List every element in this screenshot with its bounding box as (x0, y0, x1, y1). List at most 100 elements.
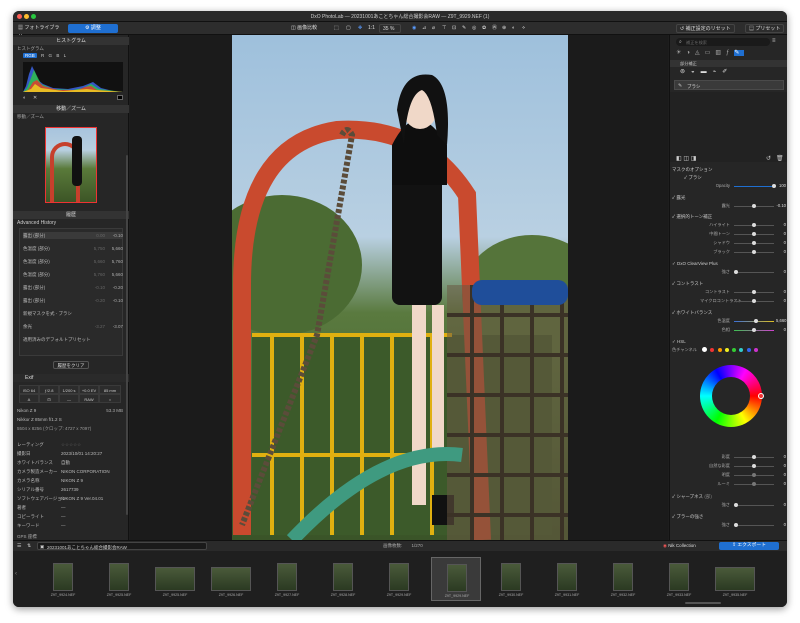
mask-new-icon[interactable]: ◧ (676, 156, 682, 162)
light-icon[interactable]: ☀ (676, 50, 686, 56)
auto-mask-icon[interactable]: ⌁ (713, 69, 723, 75)
black-slider[interactable]: ブラック 0 (672, 248, 786, 256)
luminance-slider[interactable]: ルーミ 0 (672, 480, 786, 488)
local-adjust-header[interactable]: 部分補正 (670, 60, 787, 67)
thumbnail[interactable]: Z9T_9929.NEF (379, 563, 419, 597)
filter-icon[interactable]: ≡ (772, 38, 776, 44)
horizon-icon[interactable]: ⊤ (439, 24, 449, 33)
opacity-slider[interactable]: Opacity 100 (672, 182, 786, 190)
mask-icon[interactable]: ⊕ (499, 24, 509, 33)
history-item[interactable]: 色温度 (部分) 5,660 5,760 (23, 258, 123, 265)
color-icon[interactable]: ◑ (686, 50, 695, 56)
auto-correct-icon[interactable]: ◉ (409, 24, 419, 33)
navigator-preview[interactable] (45, 127, 97, 203)
hue-handle[interactable] (758, 393, 764, 399)
detail-icon[interactable]: ◬ (695, 50, 705, 56)
hsl-section[interactable]: ✓ HSL (672, 338, 786, 346)
swatch-magenta[interactable] (753, 348, 758, 352)
thumbnail-selected[interactable]: Z9T_9929.NEF (431, 557, 481, 601)
exposure-section[interactable]: ✓ 露光 (672, 194, 786, 202)
overlay-icon[interactable]: ◐ (509, 24, 518, 33)
swatch-cyan[interactable] (739, 348, 744, 352)
gradient-icon[interactable]: ▬ (701, 69, 713, 75)
wb-section[interactable]: ✓ ホワイトバランス (672, 309, 786, 317)
thumbnail[interactable]: Z9T_9925.NEF (155, 563, 195, 597)
saturation-slider[interactable]: 彩度 0 (672, 453, 786, 461)
swatch-red[interactable] (710, 348, 715, 352)
history-item[interactable]: 色温度 (部分) 5,750 5,660 (23, 245, 123, 252)
swatch-blue[interactable] (746, 348, 751, 352)
hue-wheel[interactable] (700, 365, 764, 427)
channel-r[interactable]: R (41, 53, 44, 58)
history-item[interactable]: 露出 (部分) -0.10 -0.20 (23, 284, 123, 291)
mask-invert-icon[interactable]: ◨ (691, 156, 697, 162)
history-item[interactable]: 余光 -3.27 -3.07 (23, 323, 123, 330)
thumbnail[interactable]: Z9T_9932.NEF (603, 563, 643, 597)
nik-collection-button[interactable]: ◉ Nik Collection (663, 543, 696, 549)
perspective-icon[interactable]: ⊡ (449, 24, 459, 33)
history-item[interactable]: 色温度 (部分) 5,760 5,660 (23, 271, 123, 278)
compare-button[interactable]: ◫ 画像比較 (288, 24, 320, 33)
tone-section[interactable]: ✓ 選択的トーン補正 (672, 213, 786, 221)
ratio-button[interactable]: 1:1 (365, 24, 378, 33)
channel-g[interactable]: G (49, 53, 53, 58)
filmstrip-scrollbar[interactable] (685, 602, 721, 604)
exif-header[interactable]: Exif (13, 374, 129, 382)
loupe-icon[interactable]: ▢ (343, 24, 354, 33)
history-item[interactable]: 新規マスクを式 - ブラシ (23, 310, 123, 317)
brush-row[interactable]: ✎ ブラシ (674, 80, 784, 90)
contrast-section[interactable]: ✓ コントラスト (672, 280, 786, 288)
history-item[interactable]: 露出 (部分) -0.20 -0.10 (23, 297, 123, 304)
navigator-header[interactable]: 移動／ズーム (13, 105, 129, 113)
contrast-slider[interactable]: コントラスト 0 (672, 288, 786, 296)
channel-rgb[interactable]: RGB (23, 53, 37, 58)
vibrance-slider[interactable]: 自然な彩度 0 (672, 462, 786, 470)
clearview-slider[interactable]: 強さ 0 (672, 268, 786, 276)
shadow-slider[interactable]: シャドウ 0 (672, 239, 786, 247)
crop-icon[interactable]: ⬚ (331, 24, 342, 33)
swatch-yellow[interactable] (724, 348, 729, 352)
swatch-all[interactable] (702, 347, 707, 352)
scroll-left-icon[interactable]: ‹ (15, 571, 17, 577)
mask-delete-icon[interactable]: 🗑 (776, 155, 784, 162)
straighten-icon[interactable]: ⊿ (419, 24, 429, 33)
main-photo[interactable] (232, 35, 568, 540)
tab-photo-library[interactable]: ▦ フォトライブラリ (15, 24, 65, 40)
blur-section[interactable]: ✓ ブラーの強さ (672, 513, 786, 521)
local-tab-icon[interactable]: ✎ (734, 50, 745, 56)
thumbnail[interactable]: Z9T_9924.NEF (43, 563, 83, 597)
export-button[interactable]: ⇪ エクスポート (719, 542, 779, 550)
sharpness-slider[interactable]: 強さ 0 (672, 501, 786, 509)
exposure-slider[interactable]: 露光 -0.10 (672, 202, 786, 210)
midtone-slider[interactable]: 中間トーン 0 (672, 230, 786, 238)
zoom-select[interactable]: 35 % ▾ (379, 24, 401, 41)
swatch-orange[interactable] (717, 348, 722, 352)
mask-dup-icon[interactable]: ◫ (683, 156, 689, 162)
gps-label[interactable]: GPS 座標 (17, 533, 117, 540)
tab-customize[interactable]: ⚙ 調整 (68, 24, 118, 33)
history-header[interactable]: 履歴 (13, 211, 129, 219)
blur-slider[interactable]: 強さ 0 (672, 521, 786, 529)
mask-reset-icon[interactable]: ↺ (766, 155, 771, 162)
red-eye-icon[interactable]: ◎ (469, 24, 479, 33)
search-field[interactable]: ⌕ 補正を検索 (676, 38, 770, 46)
thumbnail[interactable]: Z9T_9930.NEF (491, 563, 531, 597)
highlight-clip-icon[interactable]: ✕ (33, 95, 37, 101)
move-icon[interactable]: ✥ (355, 24, 365, 33)
reset-button[interactable]: ↺ 補正設定のリセット (676, 24, 735, 33)
folder-path[interactable]: ▣ 20231001あことちゃん総合撮影会RAW (37, 542, 207, 550)
thumbnail[interactable]: Z9T_9925.NEF (99, 563, 139, 597)
thumbnail[interactable]: Z9T_9931.NEF (547, 563, 587, 597)
thumbnail[interactable]: Z9T_9928.NEF (323, 563, 363, 597)
thumbnail[interactable]: Z9T_9927.NEF (267, 563, 307, 597)
highlight-slider[interactable]: ハイライト 0 (672, 221, 786, 229)
preset-button[interactable]: ▤ プリセット (745, 24, 785, 33)
filter-toggle-icon[interactable]: ☰ (17, 543, 21, 549)
shadow-clip-icon[interactable]: ◐ (23, 95, 26, 101)
channel-l[interactable]: L (64, 53, 67, 58)
eraser-icon[interactable]: ◒ (691, 69, 701, 75)
fill-icon[interactable]: ✐ (722, 69, 733, 75)
temperature-slider[interactable]: 色温度 5,660 (672, 317, 786, 325)
lightness-slider[interactable]: 明度 0 (672, 471, 786, 479)
thumbnail[interactable]: Z9T_9935.NEF (715, 563, 755, 597)
